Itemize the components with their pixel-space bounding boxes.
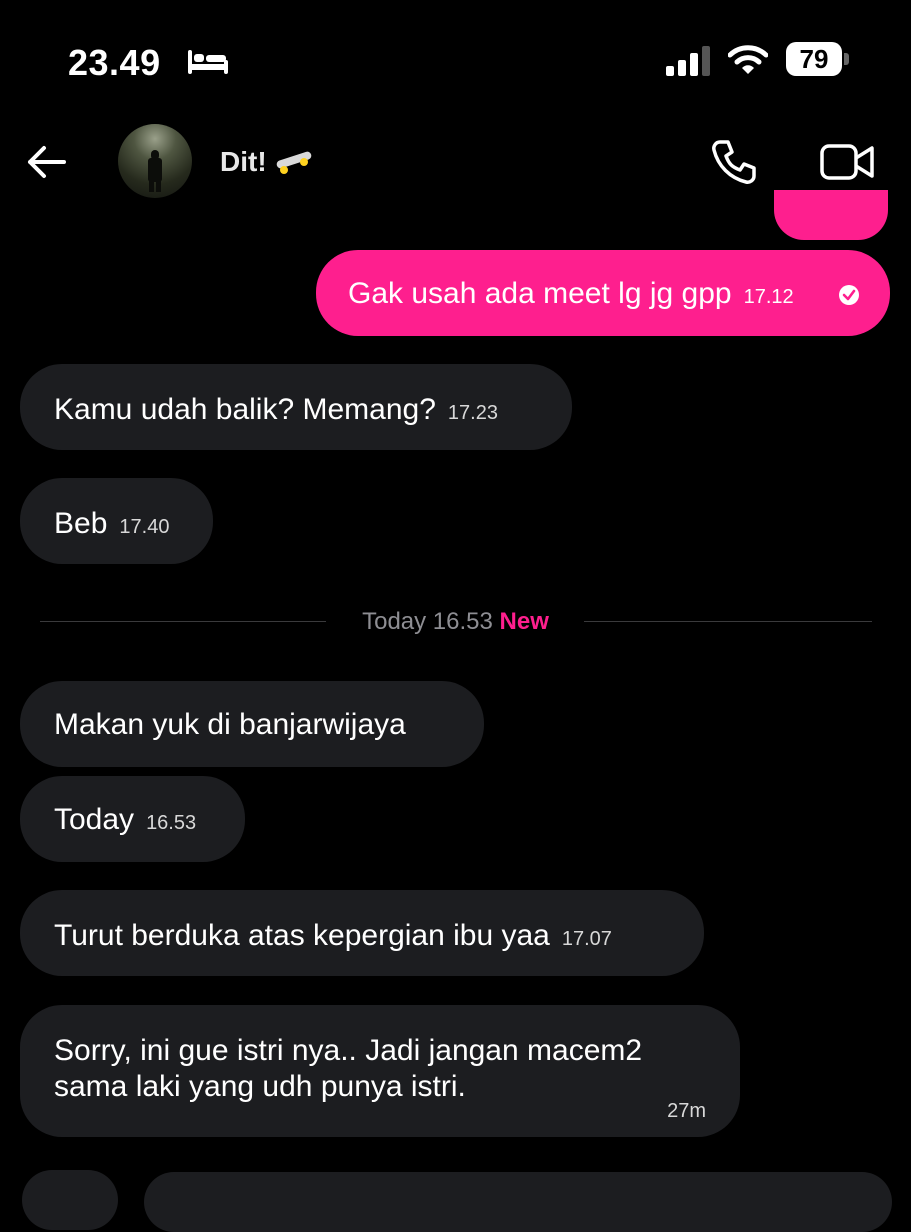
message-time: 17.40: [119, 516, 170, 538]
previous-outgoing-bubble: [774, 190, 888, 240]
message-input[interactable]: [144, 1172, 892, 1232]
bed-icon: [188, 50, 228, 74]
divider-label: Today 16.53: [362, 608, 493, 635]
skateboard-icon: [276, 151, 312, 174]
status-time: 23.49: [68, 42, 161, 83]
message-incoming[interactable]: Beb 17.40: [20, 478, 213, 564]
contact-name[interactable]: Dit!: [220, 146, 267, 178]
message-outgoing[interactable]: Gak usah ada meet lg jg gpp 17.12: [316, 250, 890, 336]
composer-action-button[interactable]: [22, 1170, 118, 1230]
video-camera-icon[interactable]: [820, 142, 874, 182]
message-text: Beb: [54, 507, 108, 540]
message-text: Kamu udah balik? Memang?: [54, 393, 436, 426]
battery-indicator: 79: [786, 42, 850, 78]
message-text: Makan yuk di banjarwijaya: [54, 708, 406, 741]
message-time: 16.53: [146, 812, 197, 834]
read-check-icon: [839, 285, 859, 305]
message-incoming[interactable]: Makan yuk di banjarwijaya: [20, 681, 484, 767]
battery-level: 79: [786, 42, 842, 76]
message-text-line1: Sorry, ini gue istri nya.. Jadi jangan m…: [54, 1034, 643, 1067]
message-time: 27m: [667, 1100, 706, 1122]
message-time: 17.12: [743, 286, 794, 308]
message-text-line2: sama laki yang udh punya istri.: [54, 1070, 466, 1103]
message-text: Gak usah ada meet lg jg gpp: [348, 277, 732, 310]
message-incoming[interactable]: Turut berduka atas kepergian ibu yaa 17.0…: [20, 890, 704, 976]
message-time: 17.07: [561, 928, 612, 950]
message-incoming[interactable]: Today 16.53: [20, 776, 245, 862]
wifi-icon: [728, 45, 768, 74]
arrow-left-icon[interactable]: [24, 140, 68, 184]
message-incoming[interactable]: Sorry, ini gue istri nya.. Jadi jangan m…: [20, 1005, 740, 1137]
message-text: Today: [54, 803, 135, 836]
phone-icon[interactable]: [710, 138, 758, 186]
message-incoming[interactable]: Kamu udah balik? Memang? 17.23: [20, 364, 572, 450]
cellular-signal-icon: [666, 46, 710, 76]
new-label: New: [499, 608, 549, 635]
avatar[interactable]: [118, 124, 192, 198]
new-messages-divider: Today 16.53 New: [0, 608, 911, 636]
message-time: 17.23: [447, 402, 498, 424]
message-text: Turut berduka atas kepergian ibu yaa: [54, 919, 550, 952]
